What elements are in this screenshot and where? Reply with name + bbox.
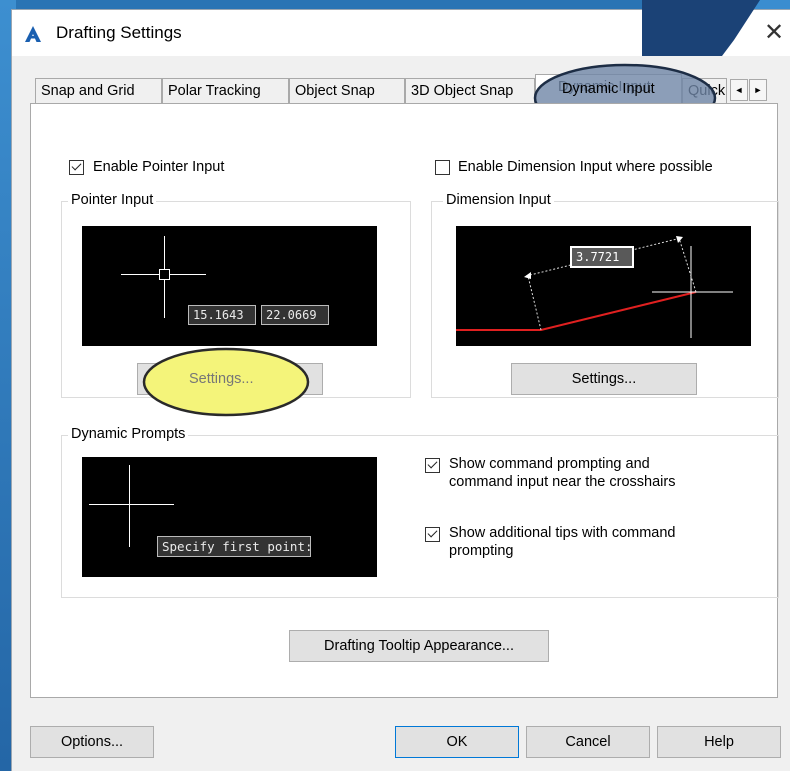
tab-snap-and-grid[interactable]: Snap and Grid [35, 78, 162, 103]
cancel-button[interactable]: Cancel [526, 726, 650, 758]
autocad-a-icon [25, 26, 41, 42]
dialog-title: Drafting Settings [56, 23, 182, 42]
tab-polar-tracking[interactable]: Polar Tracking [162, 78, 289, 103]
tab-label: Object Snap [295, 83, 375, 99]
pointer-input-preview: 15.1643 22.0669 [82, 226, 377, 346]
help-label: Help [704, 734, 734, 750]
show-command-prompting-label-line2: command input near the crosshairs [449, 474, 676, 490]
dimension-settings-label: Settings... [571, 371, 637, 387]
pointer-input-group-title: Pointer Input [68, 192, 157, 208]
tab-object-snap[interactable]: Object Snap [289, 78, 405, 103]
drafting-tooltip-appearance-label: Drafting Tooltip Appearance... [324, 638, 514, 654]
pickbox-icon [159, 269, 170, 280]
enable-pointer-input-label: Enable Pointer Input [93, 159, 225, 175]
drafting-settings-dialog: Drafting Settings ✕ Snap and Grid Polar … [12, 0, 790, 771]
options-label: Options... [60, 734, 124, 750]
title-bar: Drafting Settings ✕ [12, 0, 790, 56]
enable-dimension-input-checkbox[interactable] [435, 160, 450, 175]
pointer-settings-overlay-label: Settings... [189, 371, 254, 387]
tab-label-overlay: Dynamic Input [562, 81, 655, 97]
prompt-crosshair-horizontal [89, 504, 174, 505]
dynamic-input-panel: Enable Pointer Input Enable Dimension In… [30, 103, 779, 698]
enable-pointer-input-checkbox[interactable] [69, 160, 84, 175]
help-button[interactable]: Help [657, 726, 781, 758]
tab-label: Snap and Grid [41, 83, 135, 99]
drafting-tooltip-appearance-button[interactable]: Drafting Tooltip Appearance... [289, 630, 549, 662]
close-icon[interactable]: ✕ [764, 18, 784, 48]
enable-dimension-input-label: Enable Dimension Input where possible [458, 159, 713, 175]
dimension-input-drawing [456, 236, 733, 338]
dimension-input-group-title: Dimension Input [443, 192, 554, 208]
tab-scroll-left-icon[interactable]: ◄ [730, 79, 748, 101]
specify-first-point-tooltip: Specify first point: [157, 536, 313, 557]
tab-scroll-right-icon[interactable]: ► [749, 79, 767, 101]
dimension-value-tooltip: 3.7721 [570, 246, 634, 268]
options-button[interactable]: Options... [30, 726, 154, 758]
show-additional-tips-label-line1: Show additional tips with command [449, 525, 676, 541]
brand-chevron-shape [642, 0, 760, 56]
dimension-input-preview: 3.7721 [456, 226, 751, 346]
coordinate-x-tooltip: 15.1643 [188, 305, 256, 325]
desktop: Drafting Settings ✕ Snap and Grid Polar … [0, 0, 790, 771]
prompt-crosshair-vertical [129, 465, 130, 547]
ok-label: OK [446, 734, 468, 750]
show-command-prompting-label-line1: Show command prompting and [449, 456, 650, 472]
ok-button[interactable]: OK [395, 726, 519, 758]
show-command-prompting-checkbox[interactable] [425, 458, 440, 473]
tab-3d-object-snap[interactable]: 3D Object Snap [405, 78, 535, 103]
show-additional-tips-checkbox[interactable] [425, 527, 440, 542]
dynamic-prompts-preview: Specify first point: [82, 457, 377, 577]
show-additional-tips-label-line2: prompting [449, 543, 514, 559]
cancel-label: Cancel [565, 734, 611, 750]
dynamic-prompts-group-title: Dynamic Prompts [68, 426, 189, 442]
tab-label: Polar Tracking [168, 83, 261, 99]
coordinate-y-tooltip: 22.0669 [261, 305, 329, 325]
tab-label: 3D Object Snap [411, 83, 514, 99]
dimension-settings-button[interactable]: Settings... [511, 363, 697, 395]
